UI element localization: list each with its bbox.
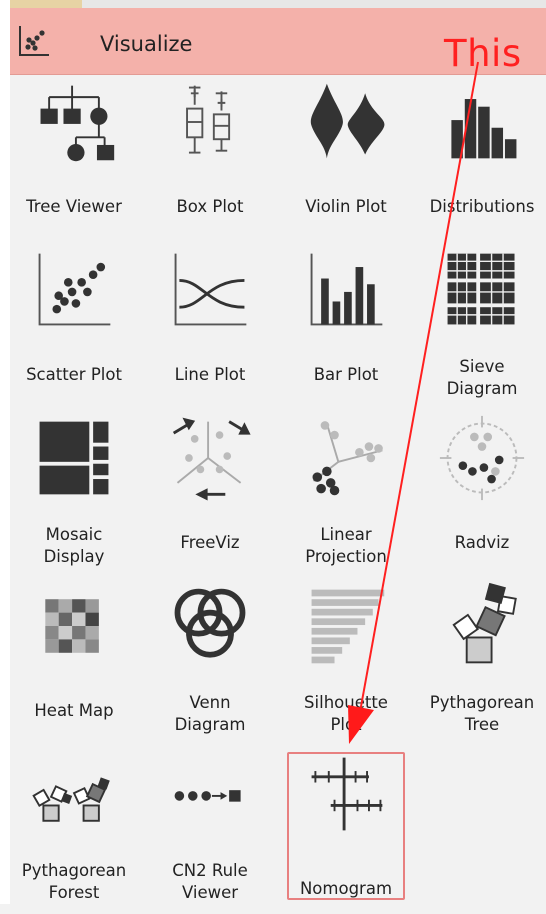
heat-map-icon: [45, 599, 99, 653]
silhouette-plot-icon: [311, 589, 385, 664]
pythagorean-forest-icon: [32, 777, 110, 822]
tree-viewer-icon: [40, 85, 115, 162]
venn-diagram-icon: [174, 588, 246, 658]
mosaic-display-label: Mosaic Display: [43, 525, 105, 566]
silhouette-plot-widget[interactable]: Silhouette Plot: [278, 578, 414, 746]
top-tab: [10, 0, 82, 8]
radviz-icon: [439, 415, 525, 501]
distributions-icon: [451, 99, 517, 159]
violin-plot-label: Violin Plot: [305, 197, 387, 216]
bar-plot-widget[interactable]: Bar Plot: [278, 242, 414, 410]
freeviz-widget[interactable]: FreeViz: [142, 410, 278, 578]
pythagorean-forest-label: Pythagorean Forest: [21, 861, 127, 902]
radviz-label: Radviz: [454, 533, 510, 552]
scatter-plot-icon: [19, 26, 49, 56]
cn2-rule-viewer-widget[interactable]: CN2 Rule Viewer: [142, 746, 278, 914]
linear-projection-widget[interactable]: Linear Projection: [278, 410, 414, 578]
radviz-widget[interactable]: Radviz: [414, 410, 546, 578]
violin-plot-widget[interactable]: Violin Plot: [278, 74, 414, 242]
freeviz-label: FreeViz: [180, 533, 240, 552]
cn2-rule-viewer-icon: [174, 790, 241, 802]
line-plot-widget[interactable]: Line Plot: [142, 242, 278, 410]
sieve-diagram-label: Sieve Diagram: [446, 357, 518, 398]
box-plot-icon: [186, 85, 231, 154]
bar-plot-label: Bar Plot: [313, 365, 379, 384]
annotation-this-label: This: [444, 32, 522, 75]
nomogram-highlight-box: [287, 752, 405, 900]
visualize-title: Visualize: [100, 32, 193, 56]
line-plot-icon: [174, 253, 247, 326]
mosaic-display-icon: [39, 421, 109, 495]
pythagorean-forest-widget[interactable]: Pythagorean Forest: [6, 746, 142, 914]
visualize-category-header[interactable]: Visualize This: [10, 8, 546, 75]
sieve-diagram-widget[interactable]: Sieve Diagram: [414, 242, 546, 410]
cn2-rule-viewer-label: CN2 Rule Viewer: [172, 861, 248, 902]
linear-projection-icon: [312, 421, 383, 496]
linear-projection-label: Linear Projection: [305, 525, 387, 566]
distributions-widget[interactable]: Distributions: [414, 74, 546, 242]
bar-plot-icon: [310, 253, 383, 326]
sieve-diagram-icon: [447, 253, 515, 325]
box-plot-widget[interactable]: Box Plot: [142, 74, 278, 242]
scatter-plot-widget[interactable]: Scatter Plot: [6, 242, 142, 410]
venn-diagram-label: Venn Diagram: [174, 693, 246, 734]
venn-diagram-widget[interactable]: Venn Diagram: [142, 578, 278, 746]
distributions-label: Distributions: [429, 197, 535, 216]
line-plot-label: Line Plot: [174, 365, 246, 384]
tree-viewer-widget[interactable]: Tree Viewer: [6, 74, 142, 242]
top-strip: [82, 0, 546, 8]
freeviz-icon: [172, 417, 251, 501]
box-plot-label: Box Plot: [176, 197, 244, 216]
mosaic-display-widget[interactable]: Mosaic Display: [6, 410, 142, 578]
heat-map-widget[interactable]: Heat Map: [6, 578, 142, 746]
violin-plot-icon: [310, 83, 385, 159]
heat-map-label: Heat Map: [34, 701, 114, 720]
scatter-plot-label: Scatter Plot: [26, 365, 122, 384]
tree-viewer-label: Tree Viewer: [26, 197, 122, 216]
pythagorean-tree-label: Pythagorean Tree: [429, 693, 535, 734]
pythagorean-tree-widget[interactable]: Pythagorean Tree: [414, 578, 546, 746]
silhouette-plot-label: Silhouette Plot: [304, 693, 388, 734]
scatter-plot-icon: [38, 253, 111, 326]
pythagorean-tree-icon: [452, 582, 517, 664]
